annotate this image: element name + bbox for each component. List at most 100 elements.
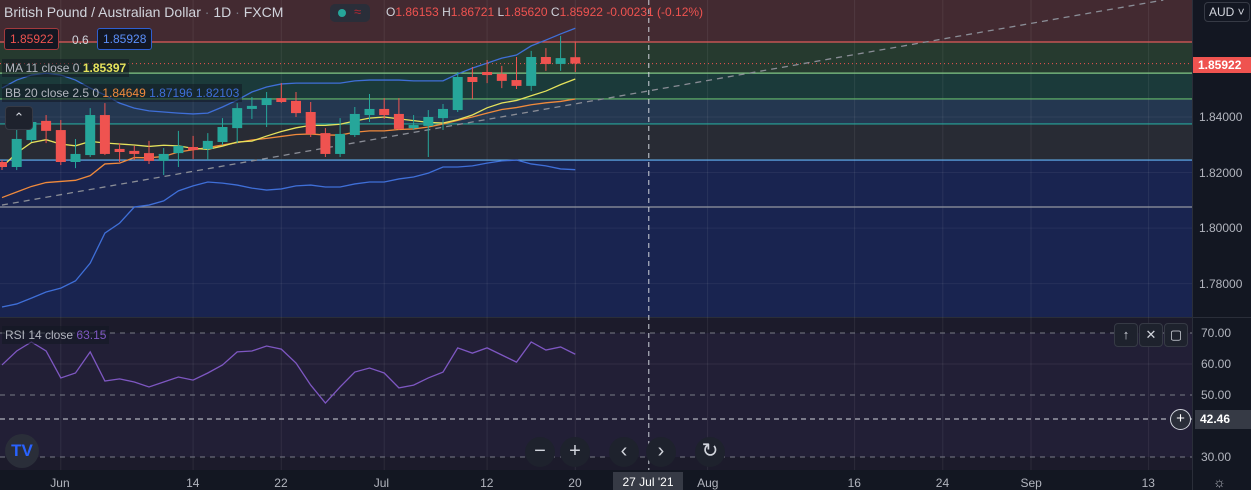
settings-gear-icon[interactable]: ☼	[1213, 474, 1226, 490]
zoom-in-button[interactable]: +	[560, 437, 590, 467]
wave-icon: ≈	[354, 4, 362, 19]
price-tick-label: 1.84000	[1199, 110, 1243, 124]
time-axis-bg	[0, 470, 1192, 490]
fib-zone	[0, 42, 1192, 74]
close-value: 1.85922	[559, 5, 603, 19]
candle-body	[11, 138, 22, 167]
ma-legend[interactable]: MA 11 close 0 1.85397	[2, 59, 130, 77]
candle-body	[452, 77, 463, 111]
time-tick-label: Aug	[697, 476, 719, 490]
bb-legend[interactable]: BB 20 close 2.5 0 1.84649 1.87196 1.8210…	[2, 84, 243, 102]
time-tick-label: 14	[186, 476, 200, 490]
candle-body	[379, 108, 390, 116]
reset-icon: ↻	[701, 440, 719, 462]
time-tick-label: Jul	[373, 476, 390, 490]
chevron-down-icon: ˅	[1234, 5, 1245, 19]
data-source: FXCM	[243, 4, 284, 20]
candle-body	[570, 57, 581, 64]
candle-body	[320, 133, 331, 154]
rsi-tick-label: 60.00	[1201, 357, 1232, 371]
time-tick-label: 13	[1141, 476, 1155, 490]
buy-button[interactable]: 1.85928	[97, 28, 153, 50]
candle-body	[423, 117, 434, 126]
open-label: O	[386, 5, 396, 19]
currency-selector[interactable]: AUD ˅	[1204, 2, 1250, 22]
rsi-tick-label: 50.00	[1201, 388, 1232, 402]
move-pane-up-button[interactable]: ↑	[1114, 323, 1138, 347]
time-tick-label: Sep	[1020, 476, 1042, 490]
candle-body	[526, 57, 537, 86]
spread-value: 0.6	[72, 33, 89, 47]
scroll-right-button[interactable]: ›	[646, 437, 676, 467]
sell-button[interactable]: 1.85922	[4, 28, 60, 50]
fib-zone	[0, 207, 1192, 317]
bb-label: BB 20 close 2.5 0	[5, 86, 100, 100]
rsi-legend[interactable]: RSI 14 close 63.15	[2, 326, 110, 344]
chart-canvas[interactable]	[0, 0, 1251, 490]
tradingview-logo-icon[interactable]: TV	[5, 434, 39, 468]
close-icon: ✕	[1145, 327, 1157, 342]
candle-body	[0, 162, 7, 167]
time-tick-label: 20	[568, 476, 582, 490]
candle-body	[467, 77, 478, 82]
candle-body	[99, 115, 110, 154]
candle-body	[232, 108, 243, 129]
rsi-tick-label: 70.00	[1201, 326, 1232, 340]
ma-label: MA 11 close 0	[5, 61, 80, 75]
time-tick-label: 22	[274, 476, 288, 490]
collapse-legend-button[interactable]: ⌃	[5, 106, 33, 130]
close-label: C	[550, 5, 560, 19]
candle-body	[364, 108, 375, 116]
rsi-crosshair-value: 42.46	[1195, 410, 1251, 429]
candle-body	[555, 58, 566, 64]
candle-body	[496, 73, 507, 81]
candle-body	[41, 120, 52, 131]
symbol-header: British Pound / Australian Dollar · 1D ·…	[4, 4, 704, 22]
candle-body	[438, 108, 448, 119]
candle-body	[129, 150, 140, 154]
candle-body	[202, 140, 213, 149]
interval[interactable]: 1D	[213, 4, 231, 20]
rsi-label: RSI 14 close	[5, 328, 74, 342]
scroll-left-button[interactable]: ‹	[609, 437, 639, 467]
chevron-right-icon: ›	[657, 440, 665, 462]
price-tick-label: 1.80000	[1199, 221, 1243, 236]
candle-body	[408, 125, 419, 129]
market-status-toggle[interactable]: ≈	[330, 4, 370, 22]
ohlc-readout: O1.86153 H1.86721 L1.85620 C1.85922 -0.0…	[386, 5, 703, 19]
candle-body	[261, 98, 272, 106]
fib-zone	[0, 98, 1192, 124]
chevron-left-icon: ‹	[620, 440, 628, 462]
candle-body	[305, 112, 316, 134]
candle-body	[291, 100, 301, 114]
minus-icon: −	[534, 440, 546, 462]
candle-body	[540, 57, 551, 64]
time-tick-label: 12	[480, 476, 494, 490]
symbol-name[interactable]: British Pound / Australian Dollar	[4, 4, 201, 20]
time-crosshair-label: 27 Jul '21	[613, 472, 683, 490]
candle-body	[393, 113, 404, 129]
price-tick-label: 1.78000	[1199, 276, 1243, 291]
bb-basis-value: 1.84649	[102, 86, 146, 100]
candle-body	[188, 147, 199, 151]
change-value: -0.00231 (-0.12%)	[606, 5, 704, 19]
zoom-out-button[interactable]: −	[525, 437, 555, 467]
candle-body	[85, 115, 96, 156]
candle-body	[482, 72, 493, 76]
low-value: 1.85620	[504, 5, 548, 19]
rsi-value: 63.15	[76, 328, 107, 342]
candle-body	[70, 153, 81, 162]
candle-body	[349, 113, 360, 136]
chart-window: British Pound / Australian Dollar · 1D ·…	[0, 0, 1251, 490]
reset-chart-button[interactable]: ↻	[695, 437, 725, 467]
market-open-dot-icon	[338, 9, 346, 17]
candle-body	[276, 98, 287, 102]
high-label: H	[442, 5, 451, 19]
maximize-pane-button[interactable]: ▢	[1164, 323, 1188, 347]
add-plus-icon[interactable]: +	[1170, 409, 1191, 430]
fib-zone	[0, 160, 1192, 207]
candle-body	[144, 153, 154, 161]
close-pane-button[interactable]: ✕	[1139, 323, 1163, 347]
candle-body	[173, 145, 184, 154]
last-price-label: 1.85922	[1193, 57, 1251, 73]
